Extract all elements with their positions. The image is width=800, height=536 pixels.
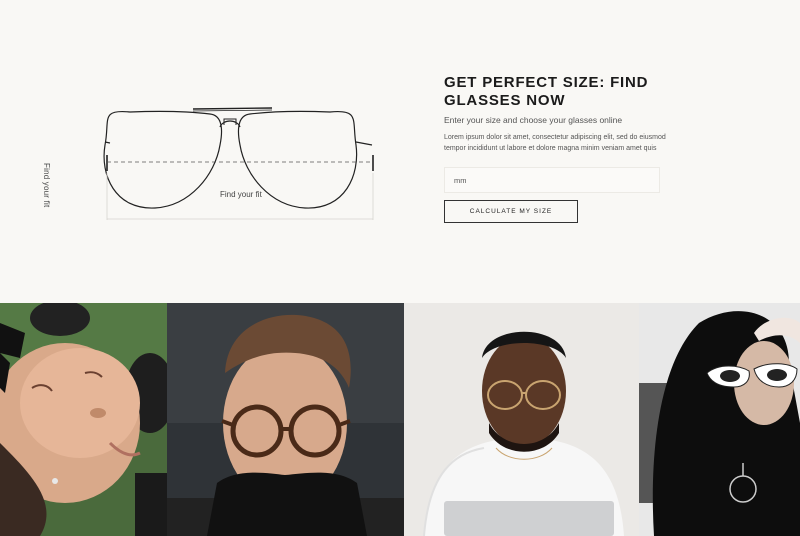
gallery-photo-4[interactable] (639, 303, 800, 536)
section-subtitle: Enter your size and choose your glasses … (444, 115, 623, 125)
gallery-photo-1[interactable] (0, 303, 167, 536)
calculate-size-button[interactable]: CALCULATE MY SIZE (444, 200, 578, 223)
woman-white-sunglasses-image (639, 303, 800, 536)
man-wire-glasses-image (404, 303, 639, 536)
woman-sunglasses-image (0, 303, 167, 536)
section-description: Lorem ipsum dolor sit amet, consectetur … (444, 134, 666, 152)
gallery-photo-3[interactable] (404, 303, 639, 536)
man-round-glasses-image (167, 303, 404, 536)
gallery-photo-2[interactable] (167, 303, 404, 536)
section-title: GET PERFECT SIZE: FIND GLASSES NOW (444, 74, 649, 109)
size-mm-input[interactable] (444, 167, 660, 193)
size-panel: GET PERFECT SIZE: FIND GLASSES NOW Enter… (444, 74, 704, 223)
glasses-diagram (60, 95, 390, 235)
aviator-glasses-icon (103, 107, 374, 220)
fit-section: Find your fit Find your fit GET PERFECT … (0, 0, 800, 303)
photo-gallery (0, 303, 800, 536)
vertical-fit-label: Find your fit (42, 163, 51, 208)
horizontal-fit-label: Find your fit (220, 190, 262, 199)
